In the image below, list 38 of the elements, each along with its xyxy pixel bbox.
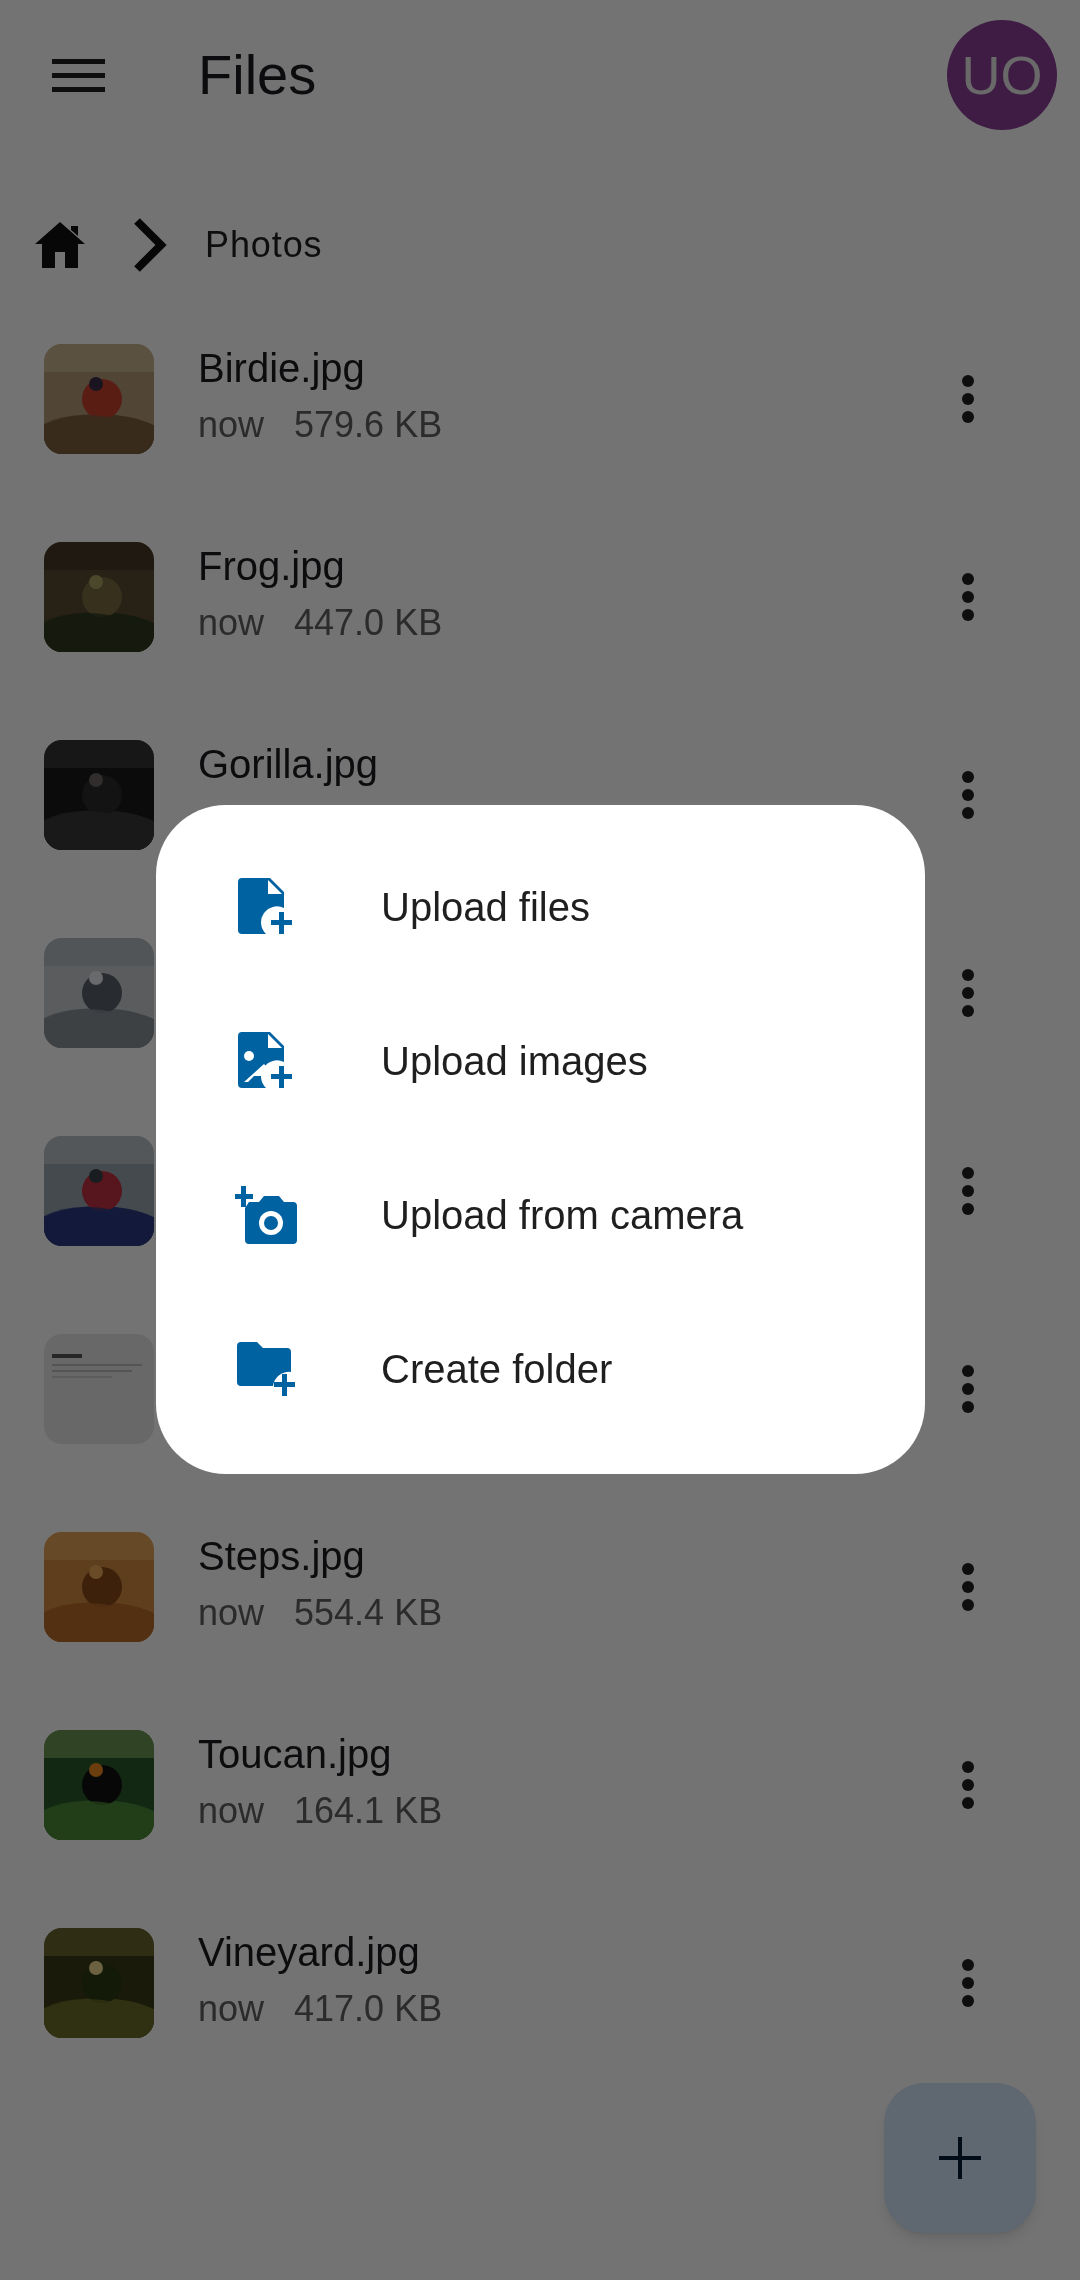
menu-icon[interactable] [52,57,105,93]
more-icon[interactable] [962,1563,974,1611]
more-icon[interactable] [962,1959,974,2007]
file-name[interactable]: Birdie.jpg [198,340,962,396]
more-icon[interactable] [962,375,974,423]
modified-time: now [198,601,265,645]
more-icon[interactable] [962,573,974,621]
page-title: Files [198,42,318,108]
file-size: 579.6 KB [294,403,443,447]
file-size: 417.0 KB [294,1987,443,2031]
home-icon[interactable] [35,222,85,268]
more-icon[interactable] [962,1761,974,1809]
more-icon[interactable] [962,969,974,1017]
camera-plus-icon [235,1186,299,1244]
file-name[interactable]: Steps.jpg [198,1528,962,1584]
avatar[interactable]: UO [947,20,1057,130]
menu-item[interactable]: Upload from camera [156,1138,925,1292]
file-name[interactable]: Gorilla.jpg [198,736,962,792]
menu-item[interactable]: Create folder [156,1292,925,1446]
file-name[interactable]: Toucan.jpg [198,1726,962,1782]
folder-plus-icon [237,1342,297,1396]
menu-item[interactable]: Upload files [156,830,925,984]
file-size: 447.0 KB [294,601,443,645]
breadcrumb-item[interactable]: Photos [205,218,323,272]
menu-item[interactable]: Upload images [156,984,925,1138]
plus-icon [939,2137,981,2179]
file-name[interactable]: Vineyard.jpg [198,1924,962,1980]
more-icon[interactable] [962,771,974,819]
file-name[interactable]: Frog.jpg [198,538,962,594]
more-icon[interactable] [962,1167,974,1215]
modified-time: now [198,403,265,447]
modified-time: now [198,1987,265,2031]
modified-time: now [198,1789,265,1833]
file-size: 164.1 KB [294,1789,443,1833]
more-icon[interactable] [962,1365,974,1413]
modified-time: now [198,1591,265,1635]
file-size: 554.4 KB [294,1591,443,1635]
chevron-right-icon [131,218,167,272]
